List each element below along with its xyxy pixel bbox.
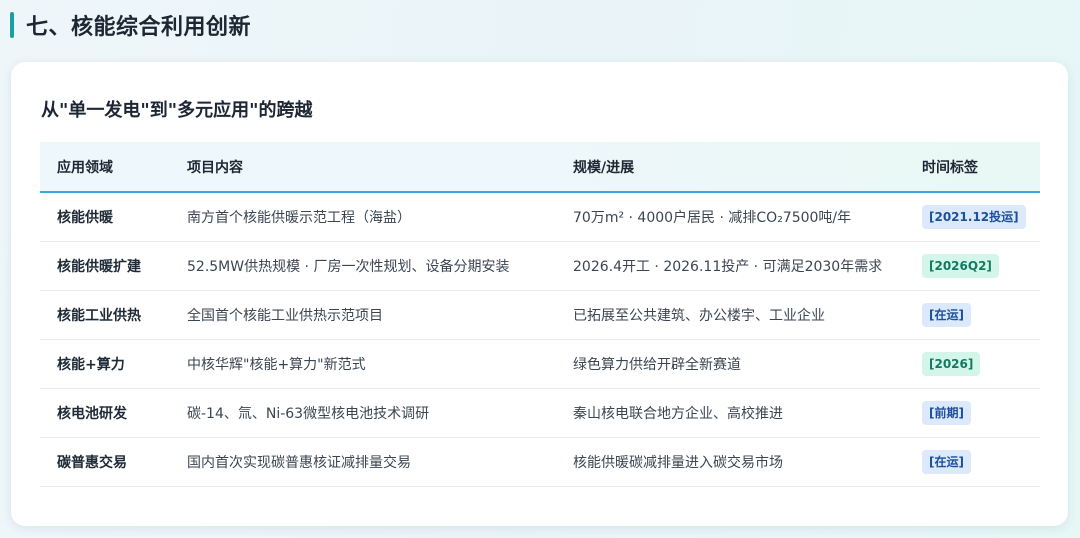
cell-time-tag: [在运] [905, 303, 1040, 327]
cell-progress: 秦山核电联合地方企业、高校推进 [573, 406, 783, 422]
cell-domain: 核能工业供热 [57, 308, 141, 324]
table-row: 核能供暖扩建 52.5MW供热规模 · 厂房一次性规划、设备分期安装 2026.… [40, 242, 1040, 291]
table-row: 核能工业供热 全国首个核能工业供热示范项目 已拓展至公共建筑、办公楼宇、工业企业… [40, 291, 1040, 340]
cell-domain: 碳普惠交易 [57, 455, 127, 471]
page-title: 七、核能综合利用创新 [26, 15, 252, 40]
cell-domain: 核能供暖扩建 [57, 259, 141, 275]
cell-progress: 已拓展至公共建筑、办公楼宇、工业企业 [573, 308, 825, 324]
cell-content: 南方首个核能供暖示范工程（海盐） [187, 210, 411, 226]
time-tag-badge: [2026Q2] [922, 254, 999, 278]
applications-table: 应用领域 项目内容 规模/进展 时间标签 核能供暖 南方首个核能供暖示范工程（海… [40, 142, 1040, 487]
cell-domain: 核电池研发 [57, 406, 127, 422]
time-tag-badge: [在运] [922, 450, 971, 474]
cell-progress: 绿色算力供给开辟全新赛道 [573, 357, 741, 373]
time-tag-badge: [前期] [922, 401, 971, 425]
cell-content: 中核华辉"核能+算力"新范式 [187, 357, 366, 373]
cell-progress: 2026.4开工 · 2026.11投产 · 可满足2030年需求 [573, 259, 883, 275]
page-header: 七、核能综合利用创新 [10, 10, 251, 40]
cell-time-tag: [2021.12投运] [905, 205, 1040, 229]
header-time-tag: 时间标签 [922, 159, 978, 176]
time-tag-badge: [2021.12投运] [922, 205, 1026, 229]
table-row: 核能+算力 中核华辉"核能+算力"新范式 绿色算力供给开辟全新赛道 [2026] [40, 340, 1040, 389]
content-card: 从"单一发电"到"多元应用"的跨越 应用领域 项目内容 规模/进展 时间标签 核… [11, 62, 1068, 526]
cell-time-tag: [2026Q2] [905, 254, 1040, 278]
cell-content: 全国首个核能工业供热示范项目 [187, 308, 383, 324]
cell-content: 国内首次实现碳普惠核证减排量交易 [187, 455, 411, 471]
time-tag-badge: [2026] [922, 352, 981, 376]
cell-time-tag: [2026] [905, 352, 1040, 376]
cell-domain: 核能供暖 [57, 210, 113, 226]
cell-content: 52.5MW供热规模 · 厂房一次性规划、设备分期安装 [187, 259, 510, 275]
header-domain: 应用领域 [57, 159, 113, 176]
cell-progress: 70万m² · 4000户居民 · 减排CO₂7500吨/年 [573, 210, 852, 226]
header-content: 项目内容 [187, 159, 243, 176]
title-accent-bar [10, 12, 14, 38]
cell-content: 碳-14、氚、Ni-63微型核电池技术调研 [187, 406, 430, 422]
cell-time-tag: [前期] [905, 401, 1040, 425]
table-row: 碳普惠交易 国内首次实现碳普惠核证减排量交易 核能供暖碳减排量进入碳交易市场 [… [40, 438, 1040, 487]
cell-domain: 核能+算力 [57, 357, 125, 373]
time-tag-badge: [在运] [922, 303, 971, 327]
section-heading: 从"单一发电"到"多元应用"的跨越 [41, 100, 313, 121]
table-row: 核能供暖 南方首个核能供暖示范工程（海盐） 70万m² · 4000户居民 · … [40, 193, 1040, 242]
table-header: 应用领域 项目内容 规模/进展 时间标签 [40, 142, 1040, 193]
cell-time-tag: [在运] [905, 450, 1040, 474]
cell-progress: 核能供暖碳减排量进入碳交易市场 [573, 455, 783, 471]
table-row: 核电池研发 碳-14、氚、Ni-63微型核电池技术调研 秦山核电联合地方企业、高… [40, 389, 1040, 438]
header-progress: 规模/进展 [573, 159, 635, 176]
